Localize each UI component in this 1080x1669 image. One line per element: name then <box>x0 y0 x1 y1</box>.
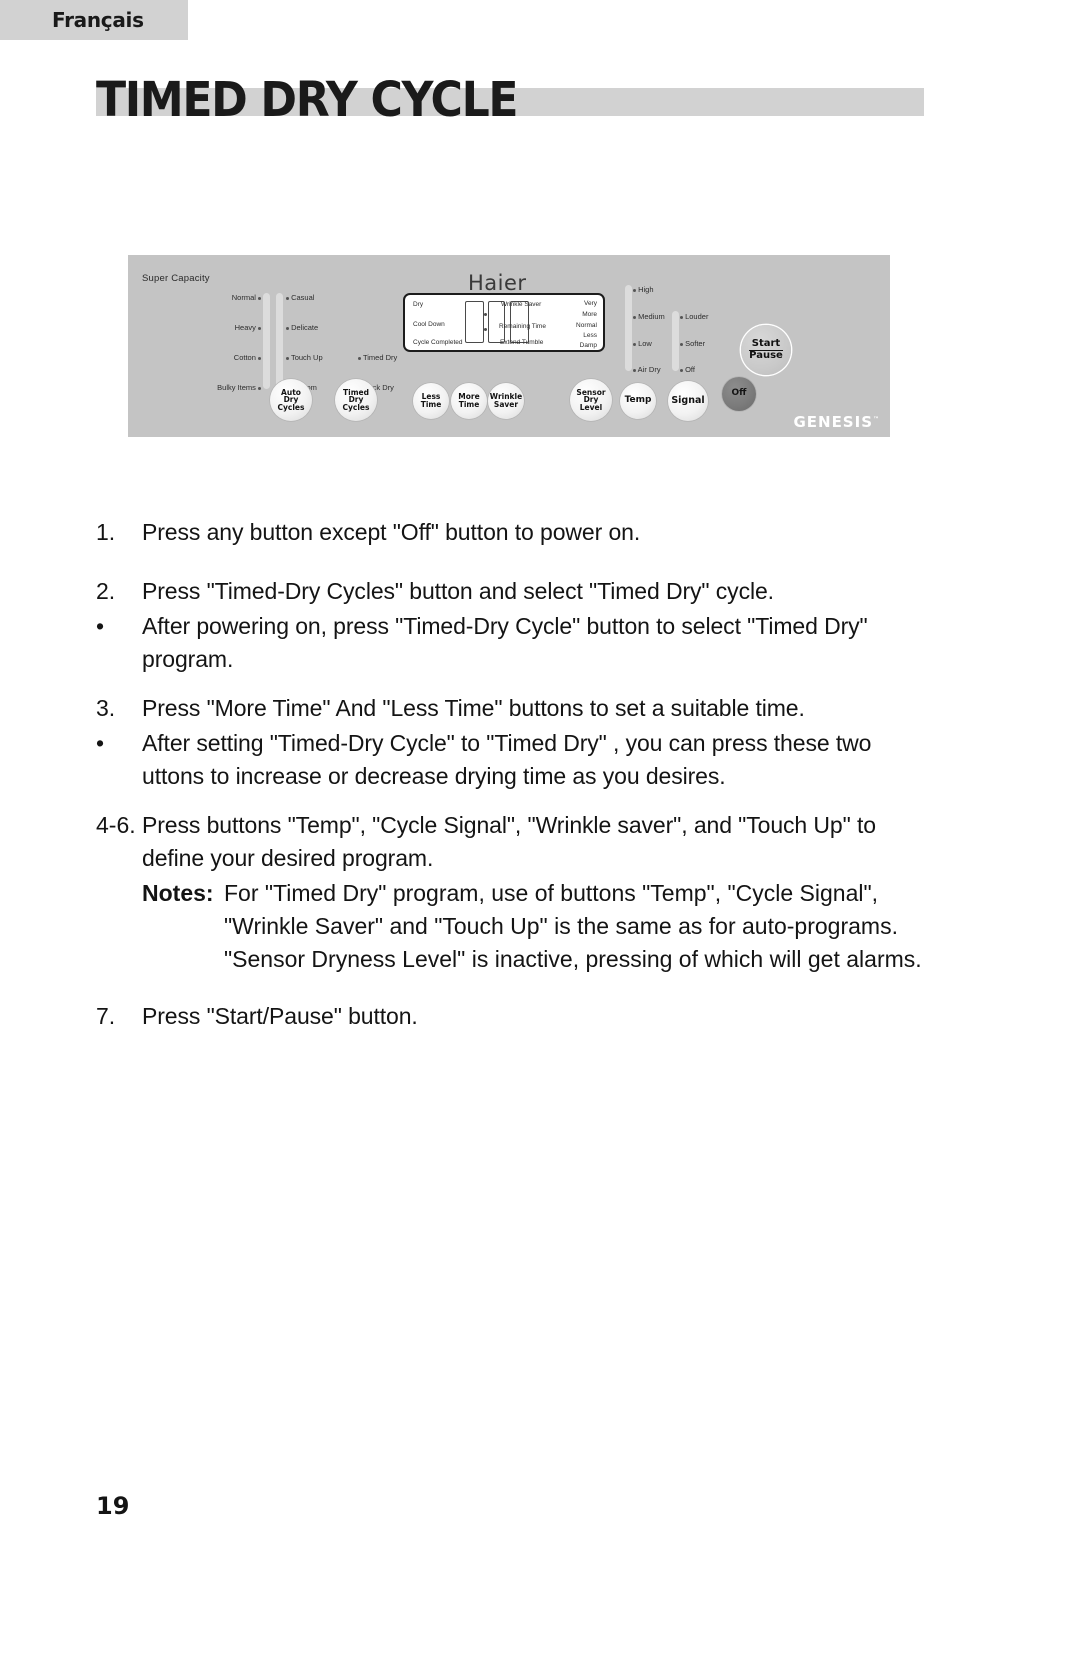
page-title: TIMED DRY CYCLE <box>96 72 518 128</box>
language-tab: Français <box>0 0 188 40</box>
off-button[interactable]: Off <box>722 377 756 411</box>
indicator-dot-icon <box>258 386 261 390</box>
notes-line-3: "Sensor Dryness Level" is inactive, pres… <box>224 946 922 972</box>
indicator-dot-icon <box>286 296 289 300</box>
signal-label-louder: Louder <box>680 312 708 321</box>
instruction-step-4-6: 4-6. Press buttons "Temp", "Cycle Signal… <box>96 809 926 875</box>
cycle-label-casual: Casual <box>286 293 314 302</box>
notes-label: Notes: <box>142 880 214 906</box>
lcd-label-wrinkle-saver: Wrinkle Saver <box>501 301 542 308</box>
step-2-number: 2. <box>96 578 116 604</box>
lcd-label-dry: Dry <box>413 301 424 308</box>
signal-label-off: Off <box>680 365 695 374</box>
cycle-label-timed-dry: Timed Dry <box>358 353 397 362</box>
lcd-label-less: Less <box>583 332 597 339</box>
timed-dry-cycles-button[interactable]: Timed Dry Cycles <box>335 379 377 421</box>
lcd-label-extend-tumble: Extend Tumble <box>500 339 544 346</box>
lcd-label-cool-down: Cool Down <box>413 321 445 328</box>
wrinkle-saver-button[interactable]: Wrinkle Saver <box>488 383 524 419</box>
indicator-dot-icon <box>286 326 289 330</box>
notes-block-line-3: "Sensor Dryness Level" is inactive, pres… <box>142 943 926 976</box>
signal-label-softer: Softer <box>680 339 705 348</box>
step-4-6-text: Press buttons "Temp", "Cycle Signal", "W… <box>142 812 876 871</box>
lcd-label-remaining-time: Remaining Time <box>499 323 546 330</box>
more-time-button[interactable]: More Time <box>451 383 487 419</box>
temp-label-low: Low <box>633 339 652 348</box>
page-number: 19 <box>96 1492 130 1520</box>
lcd-display: Dry Cool Down Cycle Completed Wrinkle Sa… <box>403 293 605 352</box>
haier-brand-logo: Haier <box>468 271 527 295</box>
auto-dry-cycles-button[interactable]: Auto Dry Cycles <box>270 379 312 421</box>
temp-label-air-dry: Air Dry <box>633 365 661 374</box>
temp-label-high: High <box>633 285 654 294</box>
signal-bar <box>672 311 679 371</box>
notes-line-1: For "Timed Dry" program, use of buttons … <box>224 880 879 906</box>
indicator-dot-icon <box>680 342 683 346</box>
indicator-dot-icon <box>633 315 636 319</box>
indicator-dot-icon <box>258 356 261 360</box>
instruction-step-1: 1. Press any button except "Off" button … <box>96 516 926 549</box>
start-pause-button[interactable]: Start Pause <box>741 325 791 375</box>
step-3-bullet-text: After setting "Timed-Dry Cycle" to "Time… <box>142 730 872 789</box>
notes-spacer-2 <box>142 910 224 943</box>
step-1-number: 1. <box>96 519 116 545</box>
step-2-bullet-text: After powering on, press "Timed-Dry Cycl… <box>142 613 868 672</box>
language-tab-label: Français <box>52 8 144 32</box>
step-2-bullet-marker: • <box>96 613 105 639</box>
cycle-label-delicate: Delicate <box>286 323 318 332</box>
super-capacity-label: Super Capacity <box>142 273 210 284</box>
less-time-button[interactable]: Less Time <box>413 383 449 419</box>
notes-block-line-1: Notes: For "Timed Dry" program, use of b… <box>142 877 926 910</box>
step-3-number: 3. <box>96 695 116 721</box>
lcd-label-very: Very <box>583 300 597 307</box>
page-title-block: TIMED DRY CYCLE <box>96 76 924 130</box>
indicator-dot-icon <box>358 356 361 360</box>
step-7-number: 7. <box>96 1003 116 1029</box>
control-panel-illustration: Super Capacity Haier Normal Heavy Cotton… <box>128 255 890 437</box>
notes-spacer-3 <box>142 943 224 976</box>
indicator-dot-icon <box>633 342 636 346</box>
temperature-bar <box>625 285 632 371</box>
step-7-text: Press "Start/Pause" button. <box>142 1003 418 1029</box>
instruction-step-2: 2. Press "Timed-Dry Cycles" button and s… <box>96 575 926 608</box>
step-1-text: Press any button except "Off" button to … <box>142 519 641 545</box>
indicator-dot-icon <box>286 356 289 360</box>
cycle-label-bulky-items: Bulky Items <box>158 383 261 392</box>
lcd-label-normal: Normal <box>576 322 597 329</box>
cycle-bar-left <box>263 293 270 389</box>
lcd-label-damp: Damp <box>579 342 597 349</box>
instruction-step-3-bullet: • After setting "Timed-Dry Cycle" to "Ti… <box>96 727 926 793</box>
signal-button[interactable]: Signal <box>668 381 708 421</box>
cycle-bar-right <box>276 293 283 389</box>
notes-block-line-2: "Wrinkle Saver" and "Touch Up" is the sa… <box>142 910 926 943</box>
indicator-dot-icon <box>633 288 636 292</box>
step-3-text: Press "More Time" And "Less Time" button… <box>142 695 805 721</box>
indicator-dot-icon <box>633 368 636 372</box>
step-4-6-number: 4-6. <box>96 812 136 838</box>
lcd-label-more: More <box>582 311 597 318</box>
notes-line-2: "Wrinkle Saver" and "Touch Up" is the sa… <box>224 913 898 939</box>
step-3-bullet-marker: • <box>96 730 105 756</box>
indicator-dot-icon <box>680 368 683 372</box>
indicator-dot-icon <box>258 326 261 330</box>
temp-button[interactable]: Temp <box>620 383 656 419</box>
genesis-sub-brand-logo: GENESIS™ <box>793 413 880 431</box>
indicator-dot-icon <box>680 315 683 319</box>
indicator-dot-icon <box>258 296 261 300</box>
temp-label-medium: Medium <box>633 312 665 321</box>
instruction-list: 1. Press any button except "Off" button … <box>96 516 926 1035</box>
cycle-label-cotton: Cotton <box>158 353 261 362</box>
cycle-label-normal: Normal <box>158 293 261 302</box>
cycle-label-heavy: Heavy <box>158 323 261 332</box>
instruction-step-7: 7. Press "Start/Pause" button. <box>96 1000 926 1033</box>
sensor-dry-level-button[interactable]: Sensor Dry Level <box>570 379 612 421</box>
instruction-step-3: 3. Press "More Time" And "Less Time" but… <box>96 692 926 725</box>
step-2-text: Press "Timed-Dry Cycles" button and sele… <box>142 578 774 604</box>
instruction-step-2-bullet: • After powering on, press "Timed-Dry Cy… <box>96 610 926 676</box>
lcd-label-cycle-completed: Cycle Completed <box>413 339 463 346</box>
cycle-label-touch-up: Touch Up <box>286 353 323 362</box>
